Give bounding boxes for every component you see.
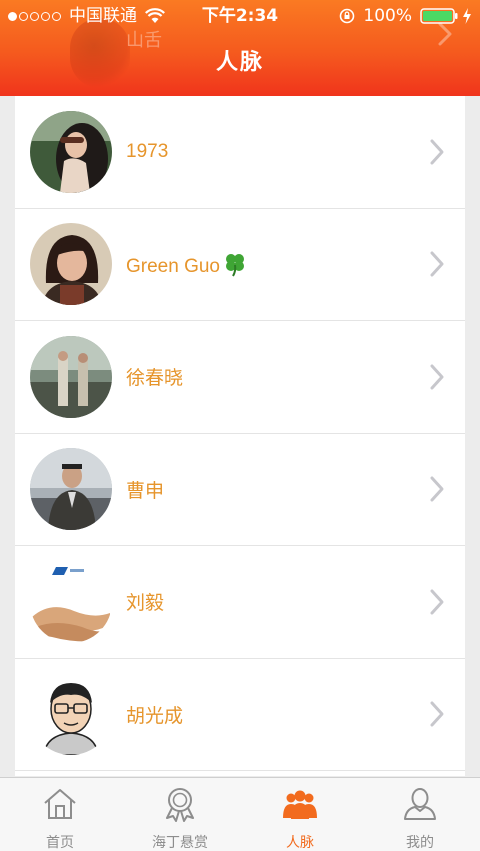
contact-name: Green Guo	[126, 251, 248, 278]
chevron-right-icon	[430, 589, 444, 615]
chevron-right-icon	[430, 476, 444, 502]
contact-row[interactable]: 徐春晓	[15, 321, 465, 434]
tab-home[interactable]: 首页	[0, 778, 120, 851]
contact-row[interactable]: Green Guo	[15, 209, 465, 321]
contact-name: 曹申	[126, 480, 165, 502]
avatar	[30, 223, 112, 306]
battery-icon	[420, 8, 458, 24]
tab-bounty[interactable]: 海丁悬赏	[120, 778, 240, 851]
tab-label: 我的	[406, 835, 434, 851]
status-right: 100%	[339, 0, 472, 32]
contact-name: 1973	[126, 140, 169, 162]
tab-me[interactable]: 我的	[360, 778, 480, 851]
tab-network[interactable]: 人脉	[240, 778, 360, 851]
tab-label: 海丁悬赏	[152, 835, 208, 851]
medal-icon	[166, 788, 194, 822]
charging-bolt-icon	[463, 8, 471, 24]
page-title: 人脉	[215, 50, 264, 75]
chevron-right-icon	[430, 139, 444, 165]
chevron-right-icon	[430, 364, 444, 390]
person-icon	[404, 788, 436, 820]
contact-row[interactable]: 1973	[15, 96, 465, 209]
contact-row[interactable]: 刘毅	[15, 546, 465, 659]
contact-row[interactable]: 胡光成	[15, 659, 465, 771]
avatar	[30, 673, 112, 756]
avatar	[30, 110, 112, 193]
avatar	[30, 448, 112, 531]
status-bar: 中国联通 下午2:34 100%	[0, 0, 480, 32]
chevron-right-icon	[430, 251, 444, 277]
battery-percent: 100%	[363, 6, 412, 26]
contact-list: 1973 Green Guo 徐春晓 曹申 刘毅 胡光成	[15, 96, 465, 776]
tab-bar: 首页 海丁悬赏 人脉 我的	[0, 777, 480, 851]
header: 山舌 中国联通 下午2:34 100% 人脉	[0, 0, 480, 96]
avatar	[30, 335, 112, 418]
contact-name: 刘毅	[126, 593, 165, 615]
avatar	[30, 560, 112, 643]
rotation-lock-icon	[340, 8, 355, 24]
contact-name: 徐春晓	[126, 368, 184, 390]
people-icon	[283, 790, 317, 819]
contact-name-text: Green Guo	[126, 255, 220, 277]
contact-name: 胡光成	[126, 705, 184, 727]
contact-row[interactable]: 曹申	[15, 434, 465, 546]
chevron-right-icon	[430, 701, 444, 727]
tab-label: 人脉	[286, 835, 314, 851]
tab-label: 首页	[46, 835, 74, 851]
four-leaf-clover-icon	[226, 253, 244, 277]
home-icon	[44, 789, 76, 819]
